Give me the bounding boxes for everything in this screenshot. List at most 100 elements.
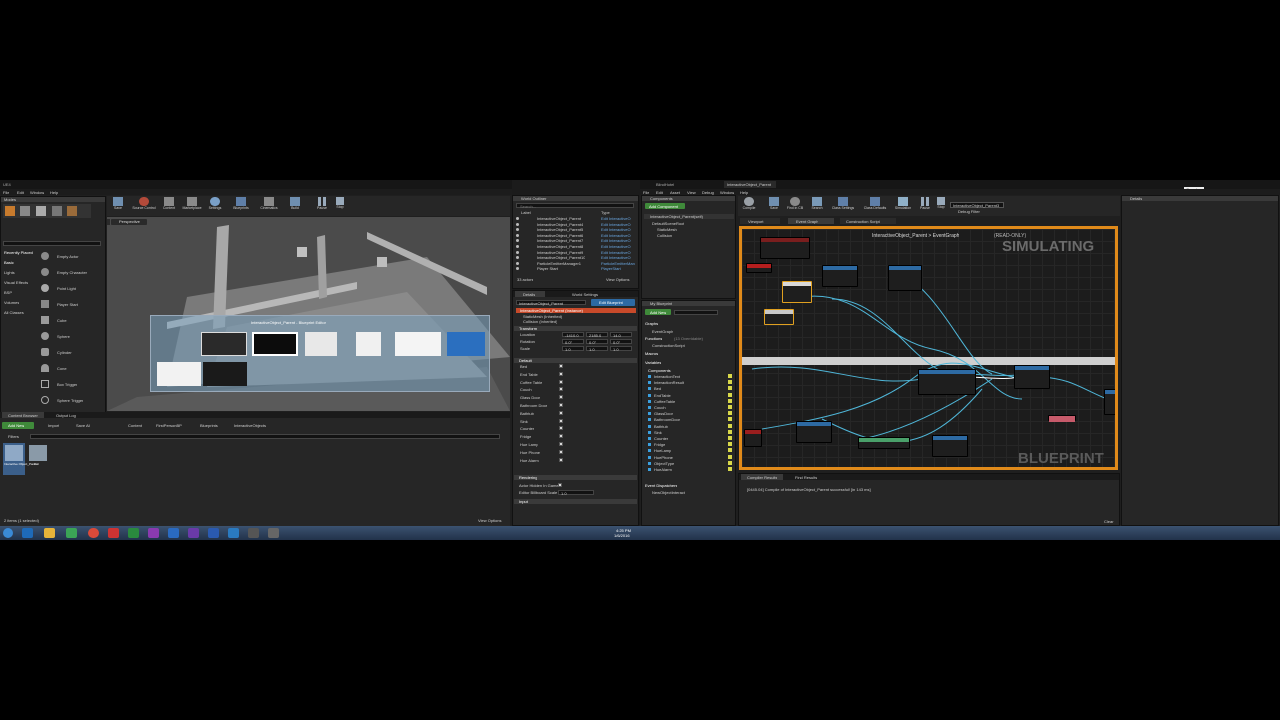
category-bsp[interactable]: BSP <box>4 290 12 295</box>
outliner-row-type[interactable]: Edit InteractiveO <box>601 238 631 243</box>
list-item[interactable]: Sphere Trigger <box>31 393 105 407</box>
bool-property-checkbox[interactable] <box>559 410 563 415</box>
source-control-button[interactable]: Source Control <box>131 197 157 215</box>
foliage-mode-icon[interactable] <box>52 206 62 216</box>
eye-icon[interactable] <box>516 233 519 237</box>
graph-node[interactable] <box>822 265 858 287</box>
eye-icon[interactable] <box>516 261 519 265</box>
transform-label[interactable]: Rotation <box>520 339 535 344</box>
graph-eventgraph[interactable]: EventGraph <box>652 329 673 334</box>
window-thumbnail[interactable] <box>157 362 201 386</box>
window-thumbnail-selected[interactable] <box>252 332 298 356</box>
save-all-button[interactable]: Save All <box>68 422 98 429</box>
actor-hidden-checkbox[interactable] <box>558 483 562 487</box>
tab-viewport[interactable]: Viewport <box>740 218 780 224</box>
category-lights[interactable]: Lights <box>4 270 15 275</box>
variable-row[interactable]: CoffeeTable <box>644 398 735 404</box>
transform-x-field[interactable]: 1.0 <box>562 346 584 352</box>
landscape-mode-icon[interactable] <box>36 206 46 216</box>
ue-launcher-icon[interactable] <box>248 528 259 538</box>
transform-y-field[interactable]: 0.0° <box>586 339 608 345</box>
visibility-eye-icon[interactable] <box>728 411 732 416</box>
outliner-row[interactable]: InteractiveObject_Parent7 Edit Interactiv… <box>515 238 637 243</box>
viewport-perspective-button[interactable]: Perspective <box>111 219 147 225</box>
menu-window[interactable]: Window <box>30 190 44 195</box>
transform-z-field[interactable]: 0.0° <box>610 339 632 345</box>
asset-tile[interactable]: Bed <box>27 443 49 475</box>
tab-event-graph[interactable]: Event Graph <box>788 218 834 224</box>
list-item[interactable]: Box Trigger <box>31 377 105 391</box>
window-thumbnail[interactable] <box>203 362 247 386</box>
visibility-eye-icon[interactable] <box>728 417 732 422</box>
bp-save-button[interactable]: Save <box>766 197 782 215</box>
bool-property-checkbox[interactable] <box>559 434 563 439</box>
section-variables[interactable]: Variables <box>645 360 661 365</box>
graph-node[interactable] <box>932 435 968 457</box>
eye-icon[interactable] <box>516 217 519 220</box>
transform-label[interactable]: Scale <box>520 346 530 351</box>
list-item[interactable]: Player Start <box>31 297 105 311</box>
bool-property-checkbox[interactable] <box>559 387 563 392</box>
ue-editor-icon[interactable] <box>268 528 279 538</box>
visibility-eye-icon[interactable] <box>728 454 732 459</box>
build-button[interactable]: Build <box>286 197 304 215</box>
list-item[interactable]: Cube <box>31 313 105 327</box>
variable-row[interactable]: HueLamp <box>644 448 735 453</box>
bool-property-checkbox[interactable] <box>559 426 563 431</box>
list-item[interactable]: Point Light <box>31 281 105 295</box>
section-rendering[interactable]: Rendering <box>514 475 637 480</box>
content-button[interactable]: Content <box>160 197 178 215</box>
class-defaults-button[interactable]: Class Defaults <box>860 197 890 215</box>
visibility-eye-icon[interactable] <box>728 392 732 397</box>
window-thumbnail[interactable] <box>395 332 441 356</box>
bp-menu-help[interactable]: Help <box>740 190 748 195</box>
visibility-eye-icon[interactable] <box>728 448 732 453</box>
outliner-row[interactable]: InteractiveObject_Parent5 Edit Interactiv… <box>515 227 637 232</box>
settings-button[interactable]: Settings <box>206 197 224 215</box>
variable-row[interactable]: Bathtub <box>644 423 735 429</box>
outlook-icon[interactable] <box>168 528 179 538</box>
component-default-scene-root[interactable]: DefaultSceneRoot <box>652 221 684 226</box>
outliner-row[interactable]: InteractiveObject_Parent6 Edit Interactiv… <box>515 233 637 238</box>
graph-node[interactable] <box>918 369 976 395</box>
graph-node[interactable] <box>1048 415 1076 422</box>
eye-icon[interactable] <box>516 228 519 232</box>
outliner-row-type[interactable]: Edit InteractiveO <box>601 233 631 238</box>
variable-row[interactable]: Counter <box>644 436 735 441</box>
section-graphs[interactable]: Graphs <box>645 321 658 326</box>
bool-property-checkbox[interactable] <box>559 379 563 384</box>
actor-name-field[interactable]: InteractiveObject_Parent <box>516 300 586 306</box>
my-blueprint-search[interactable] <box>674 310 718 315</box>
graph-node[interactable] <box>888 265 922 291</box>
visibility-eye-icon[interactable] <box>728 398 732 403</box>
bool-property-checkbox[interactable] <box>559 395 563 400</box>
pause-button[interactable]: Pause <box>314 197 330 215</box>
list-item[interactable]: Cylinder <box>31 345 105 359</box>
ie-icon[interactable] <box>22 528 33 538</box>
bool-property-checkbox[interactable] <box>559 418 563 423</box>
outliner-row[interactable]: InteractiveObject_Parent8 Edit Interactiv… <box>515 244 637 249</box>
class-settings-button[interactable]: Class Settings <box>828 197 858 215</box>
outliner-view-options[interactable]: View Options <box>603 276 637 282</box>
view-options-button[interactable]: View Options <box>472 517 508 523</box>
add-component-button[interactable]: Add Component <box>645 203 685 209</box>
tab-world-settings[interactable]: World Settings <box>569 291 605 297</box>
visibility-eye-icon[interactable] <box>728 467 732 471</box>
category-all-classes[interactable]: All Classes <box>4 310 24 315</box>
modes-search-input[interactable] <box>3 241 101 246</box>
start-button[interactable] <box>3 528 13 538</box>
variables-components-group[interactable]: Components <box>648 368 671 373</box>
blueprints-button[interactable]: Blueprints <box>230 197 252 215</box>
place-mode-icon[interactable] <box>5 206 15 216</box>
outliner-row-type[interactable]: Edit InteractiveO <box>601 227 631 232</box>
outliner-row-type[interactable]: Edit InteractiveO <box>601 222 631 227</box>
outliner-row-type[interactable]: Edit InteractiveO <box>601 216 631 221</box>
outliner-row-type[interactable]: Edit InteractiveO <box>601 250 631 255</box>
onenote-icon[interactable] <box>148 528 159 538</box>
outliner-row[interactable]: InteractiveObject_Parent4 Edit Interactiv… <box>515 222 637 227</box>
graph-node[interactable] <box>1104 389 1115 415</box>
outliner-row-type[interactable]: Edit InteractiveO <box>601 244 631 249</box>
paint-mode-icon[interactable] <box>20 206 30 216</box>
add-new-button[interactable]: Add New <box>2 422 34 429</box>
tab-content-browser[interactable]: Content Browser <box>2 412 44 418</box>
